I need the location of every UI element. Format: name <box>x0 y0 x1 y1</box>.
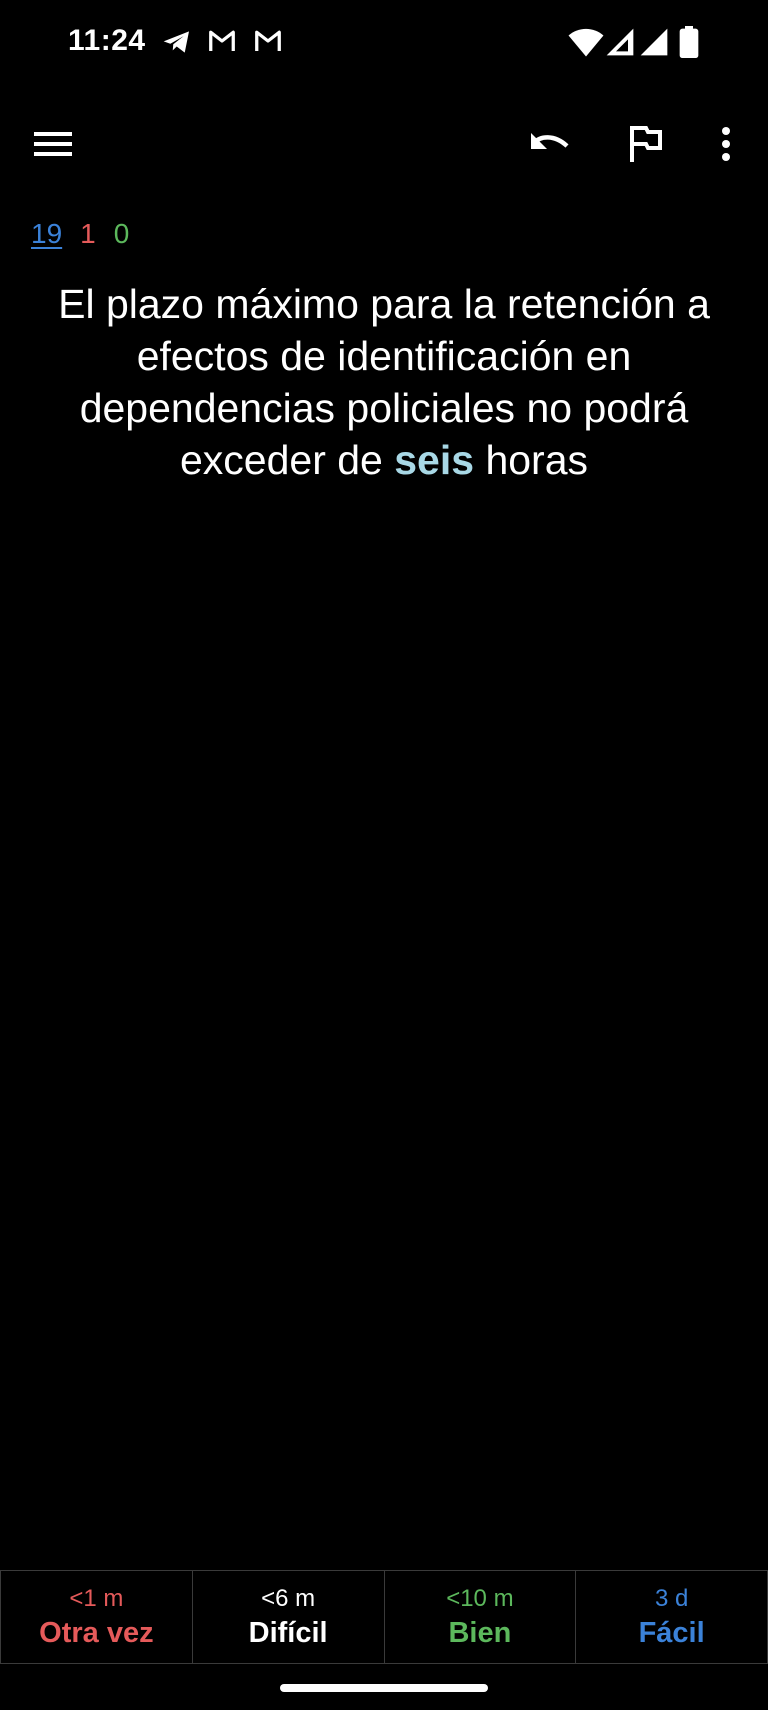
telegram-icon <box>160 26 194 63</box>
again-button[interactable]: <1 m Otra vez <box>0 1571 192 1663</box>
good-button[interactable]: <10 m Bien <box>383 1571 576 1663</box>
hard-button[interactable]: <6 m Difícil <box>191 1571 384 1663</box>
easy-label: Fácil <box>638 1616 705 1649</box>
signal-icon <box>638 26 670 63</box>
review-count: 0 <box>113 218 130 249</box>
menu-icon <box>34 129 74 164</box>
gmail-icon <box>252 26 284 61</box>
battery-icon <box>678 26 700 63</box>
cloze-answer: seis <box>394 437 475 483</box>
signal-icon <box>604 26 636 63</box>
easy-button[interactable]: 3 d Fácil <box>575 1571 768 1663</box>
undo-icon <box>529 129 571 164</box>
card-counts: 19 1 0 <box>31 218 129 250</box>
status-time: 11:24 <box>68 24 146 57</box>
flag-button[interactable] <box>610 110 682 182</box>
wifi-icon <box>568 26 604 63</box>
again-interval: <1 m <box>69 1584 124 1612</box>
card-text-after: horas <box>474 437 588 483</box>
gmail-icon <box>206 26 238 61</box>
gesture-nav-handle[interactable] <box>280 1684 488 1692</box>
menu-button[interactable] <box>18 110 90 182</box>
more-options-button[interactable] <box>690 110 762 182</box>
easy-interval: 3 d <box>654 1584 689 1612</box>
hard-interval: <6 m <box>261 1584 316 1612</box>
again-label: Otra vez <box>39 1616 154 1649</box>
card-content: El plazo máximo para la retención a efec… <box>24 278 744 486</box>
new-count[interactable]: 19 <box>31 218 62 250</box>
undo-button[interactable] <box>514 110 586 182</box>
flag-icon <box>628 124 664 169</box>
learning-count: 1 <box>80 218 96 249</box>
toolbar <box>0 110 768 190</box>
more-vert-icon <box>721 126 731 166</box>
hard-label: Difícil <box>248 1616 328 1649</box>
status-bar: 11:24 <box>0 0 768 90</box>
card-text-before: El plazo máximo para la retención a efec… <box>58 281 710 483</box>
good-label: Bien <box>448 1616 512 1649</box>
answer-buttons-bar: <1 m Otra vez <6 m Difícil <10 m Bien 3 … <box>0 1570 768 1664</box>
good-interval: <10 m <box>446 1584 514 1612</box>
